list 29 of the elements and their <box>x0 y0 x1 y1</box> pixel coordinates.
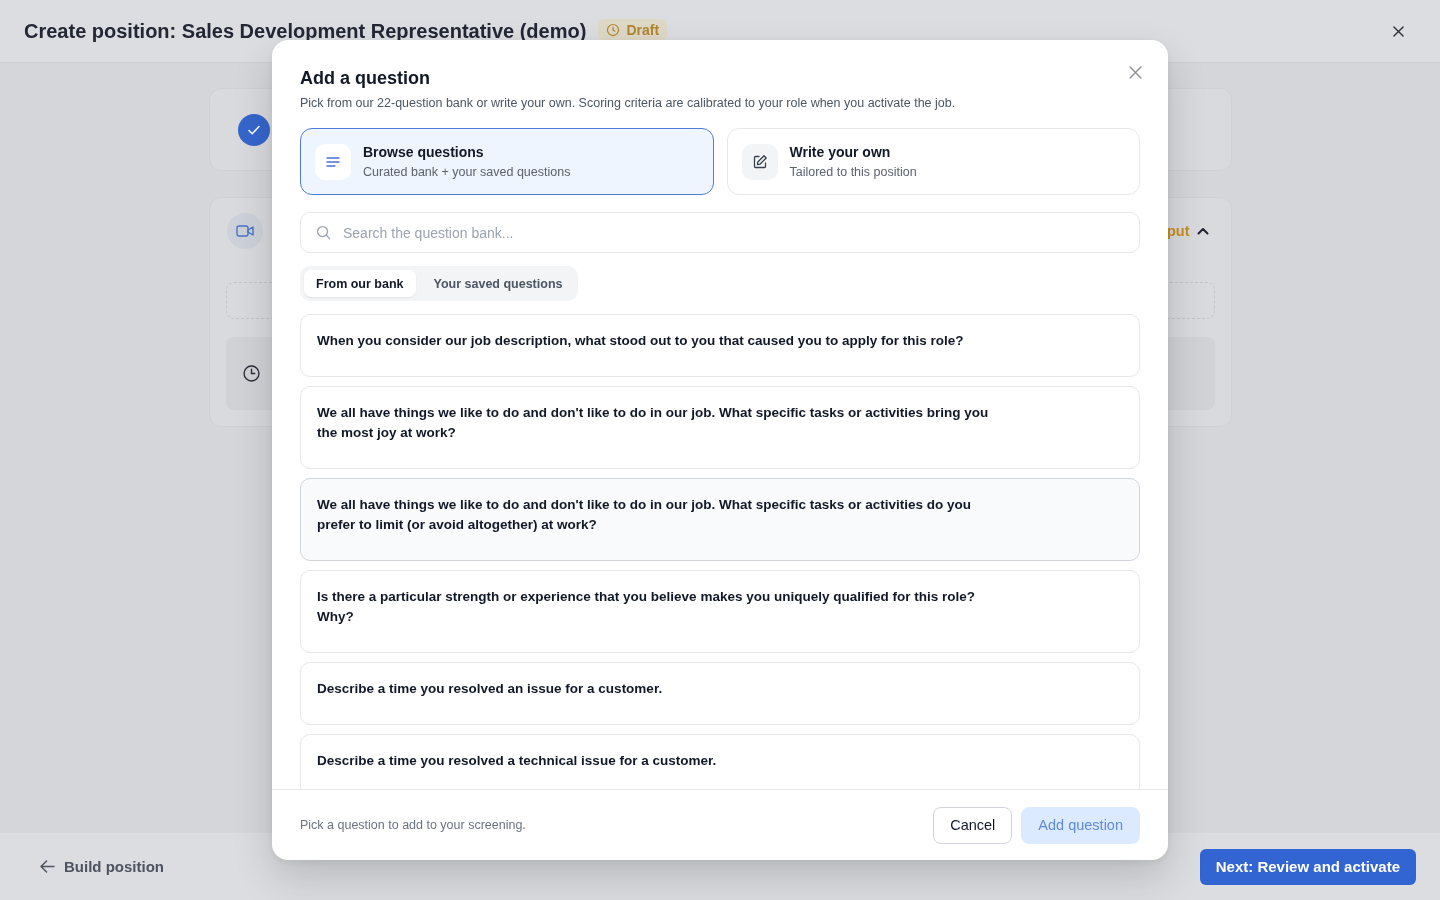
clock-icon <box>242 365 260 382</box>
close-icon <box>1393 25 1404 37</box>
search-icon <box>316 225 331 240</box>
question-option[interactable]: We all have things we like to do and don't like to do in our job. What specific tasks or activities bring you the most joy at work? <box>300 386 1140 469</box>
back-link[interactable]: Build position <box>40 858 164 875</box>
question-option[interactable]: Describe a time you resolved a technical issue for a customer. <box>300 734 1140 789</box>
next-button[interactable]: Next: Review and activate <box>1199 848 1416 885</box>
mode-option[interactable]: Browse questions Curated bank + your saved questions <box>300 128 714 195</box>
step-status-text: put <box>1166 223 1190 239</box>
dialog-button[interactable]: Cancel <box>933 806 1013 844</box>
text-lines-icon <box>315 143 351 180</box>
close-button[interactable] <box>1393 25 1404 37</box>
question-option[interactable]: Describe a time you resolved an issue for a customer. <box>300 662 1140 725</box>
footer-hint: Pick a question to add to your screening. <box>300 818 526 832</box>
dialog-description: Pick from our 22-question bank or write your own. Scoring criteria are calibrated to your role when you activate the job. <box>300 95 957 112</box>
mode-option[interactable]: Write your own Tailored to this position <box>726 128 1140 195</box>
tab[interactable]: From our bank <box>304 270 416 297</box>
search-field[interactable]: Search the question bank... <box>300 212 1140 253</box>
close-icon <box>1129 66 1142 79</box>
chevron-up-icon[interactable] <box>1196 227 1209 235</box>
question-option[interactable]: When you consider our job description, what stood out to you that caused you to apply for this role? <box>300 314 1140 377</box>
arrow-left-icon <box>40 860 55 873</box>
page-title: Create position: Sales Development Representative (demo) <box>24 19 587 44</box>
clock-icon <box>606 23 621 37</box>
dialog-title: Add a question <box>300 67 430 90</box>
status-label: Draft <box>626 22 660 38</box>
question-option[interactable]: Is there a particular strength or experience that you believe makes you uniquely qualified for this role? Why? <box>300 570 1140 653</box>
tab[interactable]: Your saved questions <box>421 270 575 297</box>
question-option[interactable]: We all have things we like to do and don't like to do in our job. What specific tasks or activities do you prefer to limit (or avoid altogether) at work? <box>300 478 1140 561</box>
